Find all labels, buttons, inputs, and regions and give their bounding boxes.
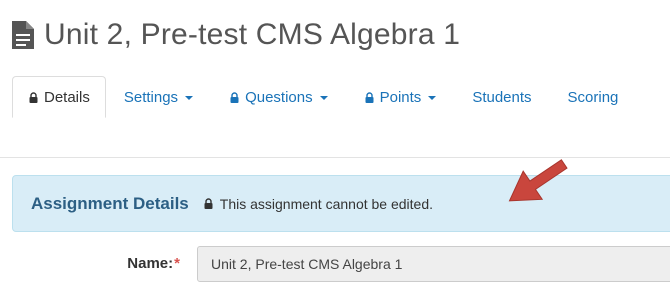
caret-down-icon (428, 96, 437, 100)
lock-icon (28, 91, 39, 103)
name-form-row: Name:* (0, 243, 670, 283)
tab-points[interactable]: Points (346, 76, 455, 118)
locked-notice: This assignment cannot be edited. (203, 196, 433, 212)
document-icon (12, 21, 34, 49)
tab-questions-label: Questions (245, 88, 313, 106)
tab-scoring[interactable]: Scoring (550, 76, 637, 118)
lock-icon (203, 198, 214, 209)
tab-students-label: Students (472, 88, 532, 106)
tab-students[interactable]: Students (454, 76, 549, 118)
tab-scoring-label: Scoring (567, 88, 619, 106)
panel-heading: Assignment Details (31, 193, 189, 213)
lock-icon (364, 91, 375, 103)
page-header: Unit 2, Pre-test CMS Algebra 1 (12, 14, 460, 56)
required-marker: * (174, 255, 180, 272)
tab-questions[interactable]: Questions (211, 76, 346, 118)
locked-notice-text: This assignment cannot be edited. (219, 195, 434, 212)
lock-icon (229, 91, 240, 103)
tab-details-label: Details (44, 88, 90, 106)
caret-down-icon (319, 96, 328, 100)
name-label: Name:* (127, 255, 180, 272)
tab-points-label: Points (379, 88, 422, 106)
name-field[interactable] (197, 246, 670, 282)
tab-settings-label: Settings (123, 88, 179, 106)
tab-bar: Details Settings Questions Points Studen… (12, 76, 670, 118)
caret-down-icon (185, 96, 194, 100)
tab-details[interactable]: Details (12, 76, 106, 118)
annotation-arrow-icon (508, 159, 568, 202)
tab-settings[interactable]: Settings (106, 76, 211, 118)
page-title: Unit 2, Pre-test CMS Algebra 1 (44, 18, 461, 51)
